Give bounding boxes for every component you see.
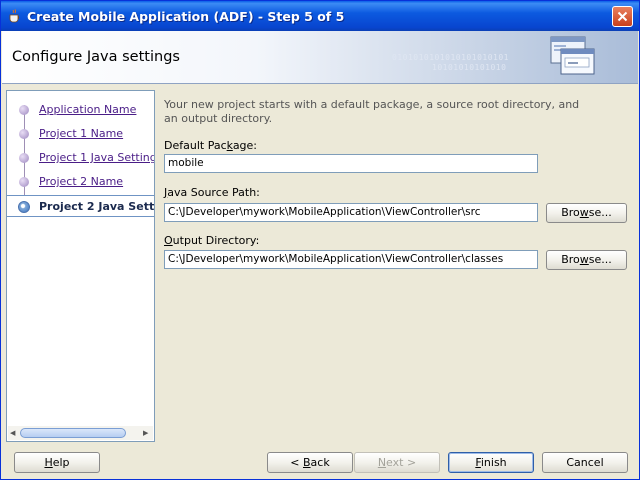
step-label: Project 1 Name <box>39 127 124 140</box>
step-visited-icon <box>19 177 29 187</box>
next-button[interactable]: Next > <box>354 452 440 473</box>
step-application-name[interactable]: Application Name <box>7 99 154 121</box>
output-directory-input[interactable]: C:\JDeveloper\mywork\MobileApplication\V… <box>164 250 538 269</box>
step-visited-icon <box>19 105 29 115</box>
java-source-path-input[interactable]: C:\JDeveloper\mywork\MobileApplication\V… <box>164 203 538 222</box>
step-project-2-name[interactable]: Project 2 Name <box>7 171 154 193</box>
java-cup-icon <box>9 9 20 23</box>
wizard-header: Configure Java settings 0101010101010101… <box>2 31 638 84</box>
output-directory-label: Output Directory: <box>164 234 260 247</box>
java-source-path-label: Java Source Path: <box>164 186 260 199</box>
browse-source-path-button[interactable]: Browse... <box>546 203 627 223</box>
header-decoration-text: 10101010101010 <box>432 63 507 72</box>
dialog-window: Create Mobile Application (ADF) - Step 5… <box>0 0 640 480</box>
scrollbar-thumb[interactable] <box>20 428 126 438</box>
step-description: Your new project starts with a default p… <box>164 98 580 125</box>
step-label: Project 1 Java Settings <box>39 151 155 164</box>
finish-button[interactable]: Finish <box>448 452 534 473</box>
steps-horizontal-scrollbar[interactable]: ◀ ▶ <box>8 426 153 440</box>
step-label: Application Name <box>39 103 137 116</box>
wizard-windows-icon <box>550 36 595 75</box>
header-decoration-text: 0101010101010101010101 <box>392 53 509 62</box>
scroll-right-arrow-icon[interactable]: ▶ <box>143 429 151 437</box>
scroll-left-arrow-icon[interactable]: ◀ <box>10 429 18 437</box>
wizard-steps-panel: Application Name Project 1 Name Project … <box>6 90 155 442</box>
close-icon <box>617 11 628 22</box>
cancel-button[interactable]: Cancel <box>542 452 628 473</box>
step-project-1-java-settings[interactable]: Project 1 Java Settings <box>7 147 155 169</box>
step-current-icon <box>18 201 30 213</box>
title-bar[interactable]: Create Mobile Application (ADF) - Step 5… <box>1 1 639 31</box>
step-label: Project 2 Java Settings <box>39 200 155 213</box>
step-visited-icon <box>19 153 29 163</box>
browse-output-directory-button[interactable]: Browse... <box>546 250 627 270</box>
close-button[interactable] <box>612 6 633 27</box>
default-package-input[interactable]: mobile <box>164 154 538 173</box>
default-package-label: Default Package: <box>164 139 258 152</box>
wizard-content: Your new project starts with a default p… <box>155 84 638 446</box>
help-button[interactable]: Help <box>14 452 100 473</box>
page-title: Configure Java settings <box>12 49 180 65</box>
step-project-1-name[interactable]: Project 1 Name <box>7 123 154 145</box>
step-project-2-java-settings[interactable]: Project 2 Java Settings <box>7 195 155 217</box>
window-title: Create Mobile Application (ADF) - Step 5… <box>27 9 345 24</box>
step-visited-icon <box>19 129 29 139</box>
back-button[interactable]: < Back <box>267 452 353 473</box>
step-label: Project 2 Name <box>39 175 124 188</box>
